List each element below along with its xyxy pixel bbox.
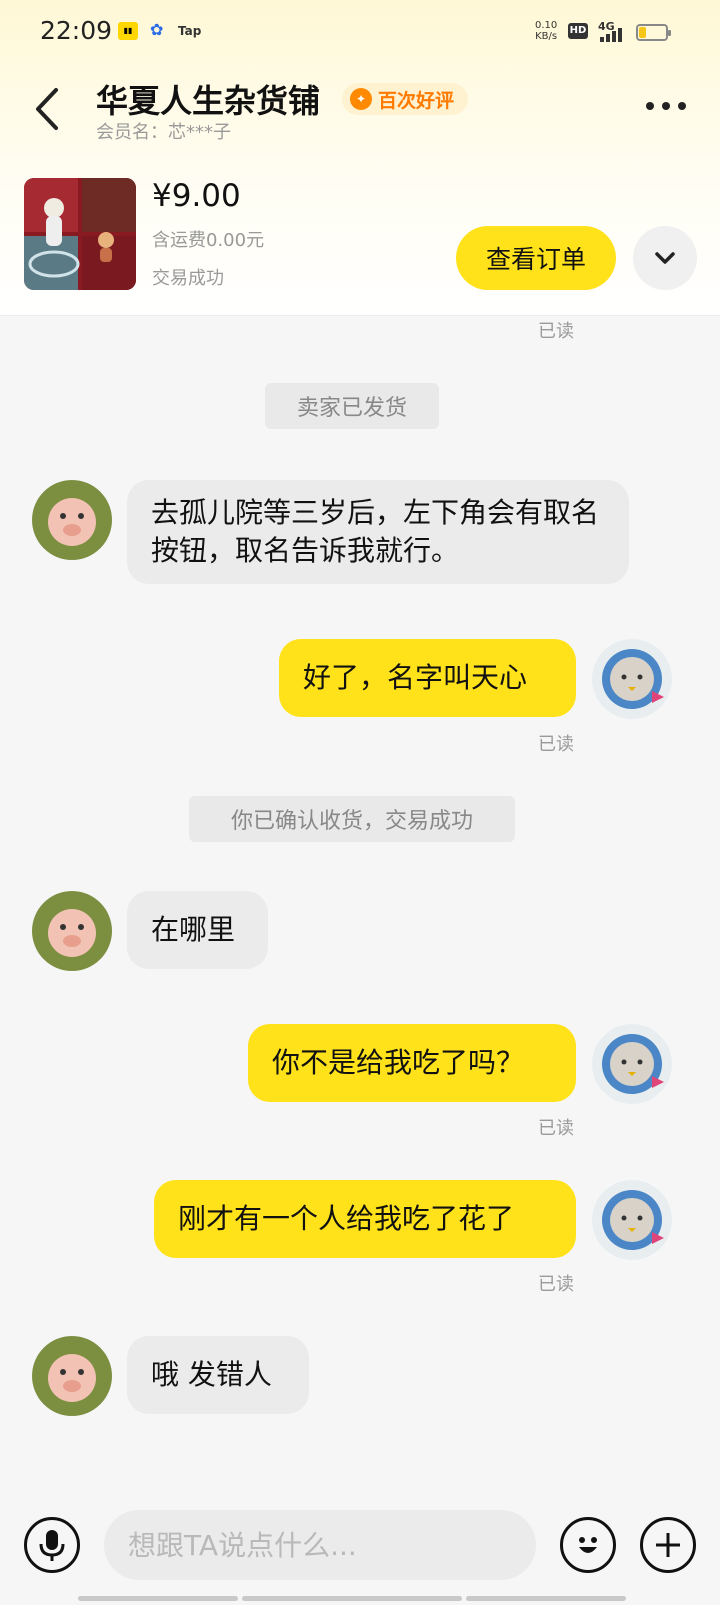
my-avatar[interactable]	[592, 1180, 672, 1260]
expand-button[interactable]	[633, 226, 697, 290]
rating-badge: ✦ 百次好评	[342, 83, 469, 115]
seller-avatar[interactable]	[32, 480, 112, 560]
more-actions-button[interactable]	[640, 1517, 696, 1573]
shipping-fee: 含运费0.00元	[152, 230, 265, 251]
net-speed-unit: KB/s	[535, 31, 558, 42]
medal-icon: ✦	[350, 88, 372, 110]
cat-avatar-icon	[592, 639, 672, 719]
message-bubble[interactable]: 哦 发错人	[127, 1336, 309, 1414]
back-button[interactable]	[30, 84, 70, 134]
order-price: ¥9.00	[152, 178, 241, 214]
seller-avatar[interactable]	[32, 891, 112, 971]
product-image	[24, 178, 136, 290]
product-thumbnail[interactable]	[24, 178, 136, 290]
tap-icon: Tap	[178, 24, 202, 38]
signal-icon: 4G	[598, 20, 632, 44]
emoji-icon	[579, 1537, 597, 1553]
read-receipt: 已读	[538, 1274, 574, 1295]
gesture-bar	[78, 1596, 238, 1601]
system-note-confirmed: 你已确认收货，交易成功	[189, 796, 515, 842]
network-speed: 0.10 KB/s	[535, 20, 557, 42]
battery-icon	[636, 24, 671, 41]
pig-avatar-icon	[32, 480, 112, 560]
read-receipt: 已读	[538, 321, 574, 342]
net-speed-value: 0.10	[535, 20, 558, 31]
gesture-bar	[466, 1596, 626, 1601]
my-avatar[interactable]	[592, 639, 672, 719]
message-input[interactable]	[104, 1510, 536, 1580]
chevron-down-icon	[655, 252, 675, 264]
trade-status: 交易成功	[152, 268, 224, 289]
read-receipt: 已读	[538, 1118, 574, 1139]
message-bubble[interactable]: 在哪里	[127, 891, 268, 969]
my-avatar[interactable]	[592, 1024, 672, 1104]
cat-avatar-icon	[592, 1024, 672, 1104]
message-bubble[interactable]: 你不是给我吃了吗？	[248, 1024, 576, 1102]
pig-avatar-icon	[32, 1336, 112, 1416]
system-note-shipped: 卖家已发货	[265, 383, 439, 429]
more-options-button[interactable]	[646, 96, 690, 116]
message-bubble[interactable]: 好了，名字叫天心	[279, 639, 576, 717]
baidu-icon: ✿	[150, 20, 164, 39]
view-order-button[interactable]: 查看订单	[456, 226, 616, 290]
seller-avatar[interactable]	[32, 1336, 112, 1416]
shop-title[interactable]: 华夏人生杂货铺	[96, 76, 320, 122]
gesture-bar	[242, 1596, 462, 1601]
news-app-icon: ▮▮	[118, 22, 138, 40]
status-bar: 22:09 ▮▮ ✿ Tap 0.10 KB/s HD 4G	[0, 0, 720, 64]
voice-button[interactable]	[24, 1517, 80, 1573]
microphone-icon	[39, 1530, 65, 1561]
rating-badge-label: 百次好评	[378, 89, 455, 112]
plus-icon	[656, 1533, 680, 1557]
status-time: 22:09	[40, 16, 113, 45]
hd-icon: HD	[568, 23, 588, 39]
cat-avatar-icon	[592, 1180, 672, 1260]
pig-avatar-icon	[32, 891, 112, 971]
message-bubble[interactable]: 去孤儿院等三岁后，左下角会有取名按钮，取名告诉我就行。	[127, 480, 629, 584]
emoji-button[interactable]	[560, 1517, 616, 1573]
member-name: 会员名：芯***子	[96, 122, 231, 143]
message-bubble[interactable]: 刚才有一个人给我吃了花了	[154, 1180, 576, 1258]
read-receipt: 已读	[538, 734, 574, 755]
chevron-left-icon	[36, 88, 58, 130]
